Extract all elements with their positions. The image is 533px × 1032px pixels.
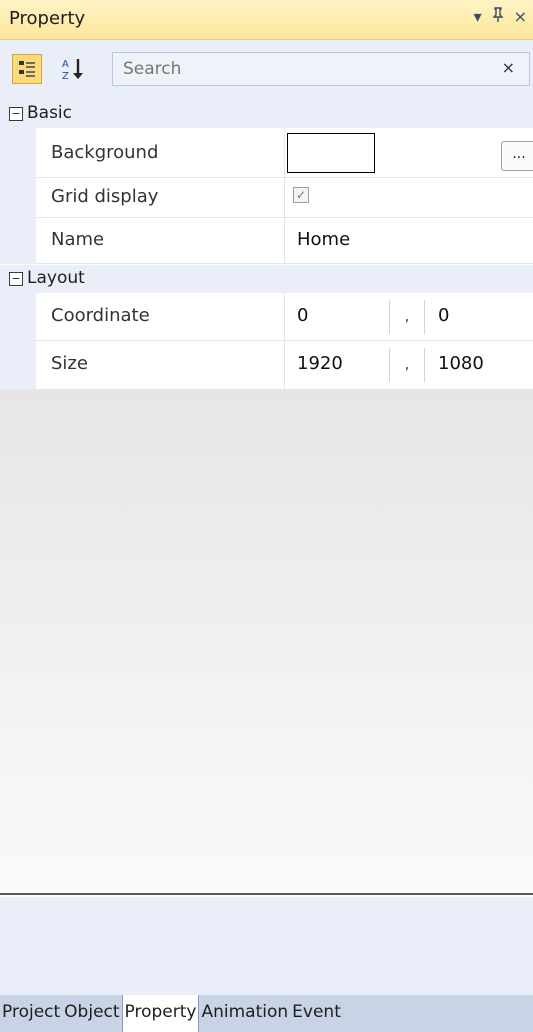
search-input[interactable] <box>113 53 473 85</box>
coordinate-y-value[interactable]: 0 <box>438 305 449 326</box>
collapse-icon[interactable]: − <box>9 272 23 286</box>
category-label: Basic <box>27 103 73 123</box>
category-gutter <box>0 293 36 390</box>
coordinate-x-value[interactable]: 0 <box>297 305 308 326</box>
panel-title-bar: Property ▾ × <box>0 0 533 40</box>
property-name: Name <box>51 229 105 250</box>
property-name: Background <box>51 142 159 163</box>
size-height-value[interactable]: 1080 <box>438 353 484 374</box>
property-name: Grid display <box>51 186 159 207</box>
property-row-name[interactable]: Name Home <box>36 218 533 264</box>
sort-az-icon: A Z <box>62 59 83 82</box>
property-row-grid-display[interactable]: Grid display ✓ <box>36 178 533 218</box>
tab-project[interactable]: Project <box>0 995 62 1032</box>
property-row-coordinate[interactable]: Coordinate 0 , 0 <box>36 293 533 341</box>
ellipsis-button[interactable]: ... <box>501 141 533 171</box>
property-name: Coordinate <box>51 305 150 326</box>
pin-icon[interactable] <box>491 7 504 27</box>
tab-event[interactable]: Event <box>290 995 343 1032</box>
tab-property[interactable]: Property <box>121 995 200 1032</box>
property-row-size[interactable]: Size 1920 , 1080 <box>36 341 533 390</box>
pair-separator: , <box>389 300 425 334</box>
color-swatch[interactable] <box>287 133 375 173</box>
description-panel <box>0 897 533 995</box>
property-grid-empty-area <box>0 390 533 895</box>
property-row-background[interactable]: Background ... <box>36 128 533 178</box>
alphabetical-sort-button[interactable]: A Z <box>58 54 88 84</box>
size-width-value[interactable]: 1920 <box>297 353 343 374</box>
property-value: ... <box>284 128 533 178</box>
search-box: × <box>112 52 530 86</box>
tab-object[interactable]: Object <box>62 995 121 1032</box>
category-layout[interactable]: − Layout <box>0 265 533 293</box>
dropdown-icon[interactable]: ▾ <box>474 7 482 27</box>
svg-text:Z: Z <box>62 71 69 82</box>
property-toolbar: A Z × <box>0 40 533 100</box>
property-name: Size <box>51 353 88 374</box>
clear-search-icon[interactable]: × <box>502 58 515 77</box>
svg-text:A: A <box>62 59 69 70</box>
category-basic[interactable]: − Basic <box>0 100 533 128</box>
property-value: 1920 , 1080 <box>284 341 533 390</box>
property-value: Home <box>284 218 533 264</box>
tab-animation[interactable]: Animation <box>199 995 290 1032</box>
property-value: 0 , 0 <box>284 293 533 341</box>
collapse-icon[interactable]: − <box>9 107 23 121</box>
category-gutter <box>0 128 36 264</box>
property-value: ✓ <box>284 178 533 218</box>
close-icon[interactable]: × <box>514 7 527 27</box>
grid-display-checkbox[interactable]: ✓ <box>293 187 309 203</box>
categorized-icon <box>19 61 35 77</box>
bottom-tab-bar: Project Object Property Animation Event <box>0 995 533 1032</box>
pair-separator: , <box>389 348 425 382</box>
property-grid: − Basic Background ... Grid display ✓ Na… <box>0 100 533 390</box>
panel-title-buttons: ▾ × <box>474 7 527 27</box>
panel-title: Property <box>9 8 86 29</box>
name-value[interactable]: Home <box>297 229 350 250</box>
categorized-view-button[interactable] <box>12 54 42 84</box>
category-label: Layout <box>27 268 85 288</box>
